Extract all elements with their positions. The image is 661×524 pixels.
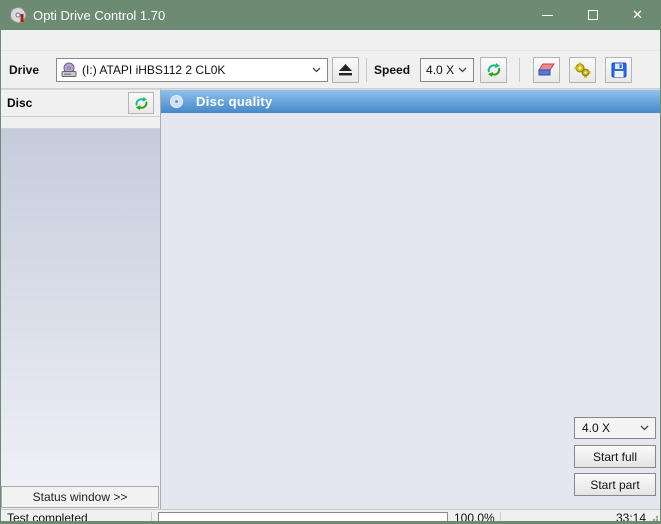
close-button[interactable]: ✕ [615,0,660,30]
sidebar: Disc Status window >> [1,89,161,509]
save-icon [611,62,627,78]
refresh-icon [486,62,502,78]
speed-label: Speed [374,63,410,77]
ldc-read-speed-chart [161,128,660,264]
menu-bar [1,30,660,51]
chevron-down-icon [640,425,649,431]
status-bar: Test completed 100.0% 33:14 [1,509,660,524]
toolbar-separator [519,58,520,82]
app-icon [9,6,27,24]
maximize-icon [588,10,598,20]
title-bar: Opti Drive Control 1.70 ✕ [1,0,660,30]
refresh-disc-button[interactable] [128,92,154,114]
settings-icon [574,62,591,78]
content-title: Disc quality [196,94,273,109]
drive-label: Drive [9,63,39,77]
minimize-button[interactable] [525,0,570,30]
start-full-button[interactable]: Start full [574,445,656,468]
status-window-button[interactable]: Status window >> [1,486,159,508]
eject-button[interactable] [332,57,359,83]
drive-icon [61,62,78,78]
progress-percent: 100.0% [448,511,500,524]
close-icon: ✕ [632,7,643,23]
window-title: Opti Drive Control 1.70 [33,8,525,23]
speed-select[interactable]: 4.0 X [420,58,474,82]
refresh-button[interactable] [480,57,507,83]
bis-jitter-chart [161,279,660,415]
settings-button[interactable] [569,57,596,83]
progress-bar [158,512,448,524]
start-part-button[interactable]: Start part [574,473,656,496]
bottom-chart-legend [161,264,660,279]
resize-grip[interactable] [649,515,658,524]
chevron-down-icon [458,67,467,73]
elapsed-time: 33:14 [501,511,660,524]
minimize-icon [542,15,553,16]
drive-select[interactable]: (I:) ATAPI iHBS112 2 CL0K [56,58,328,82]
stats-panel: 4.0 X Start full Start part [161,415,660,506]
status-text: Test completed [1,511,151,524]
eject-icon [338,63,353,76]
result-speed-value: 4.0 X [582,421,610,435]
eraser-icon [538,63,556,77]
refresh-icon [134,96,149,111]
statusbar-separator [151,512,152,524]
speed-select-value: 4.0 X [426,63,454,77]
top-chart-legend [161,113,660,128]
disc-info-panel [1,117,160,129]
erase-disc-button[interactable] [533,57,560,83]
maximize-button[interactable] [570,0,615,30]
disc-quality-icon [169,94,184,109]
disc-panel-title: Disc [7,96,128,110]
save-button[interactable] [605,57,632,83]
app-window: Opti Drive Control 1.70 ✕ Drive (I:) ATA… [0,0,661,524]
toolbar-separator [366,58,367,82]
toolbar: Drive (I:) ATAPI iHBS112 2 CL0K Speed 4.… [1,51,660,89]
result-speed-select[interactable]: 4.0 X [574,417,656,439]
sidebar-spacer [1,129,160,485]
drive-select-value: (I:) ATAPI iHBS112 2 CL0K [82,63,225,77]
chevron-down-icon [312,67,321,73]
content-panel: Disc quality 4.0 X Start full Start part [161,89,660,509]
